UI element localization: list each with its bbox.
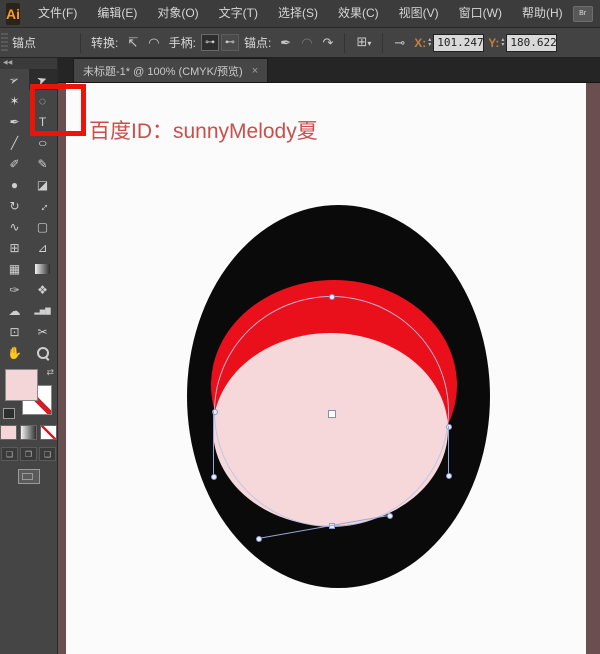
document-tab[interactable]: 未标题-1* @ 100% (CMYK/预览) ×	[73, 58, 268, 82]
bezier-handle-left	[213, 411, 214, 476]
document-area: 未标题-1* @ 100% (CMYK/预览) × 百度ID：sunnyMelo…	[58, 58, 600, 654]
transform-grid-icon[interactable]: ⊞▾	[351, 32, 376, 54]
draw-behind-button[interactable]: ❐	[20, 447, 37, 461]
bezier-handle-right	[448, 426, 449, 475]
x-coordinate-input[interactable]: 101.247	[433, 34, 484, 52]
none-fill-button[interactable]	[40, 425, 57, 440]
x-stepper[interactable]: ▴▾	[428, 38, 431, 48]
eraser-tool[interactable]: ◪	[29, 174, 57, 195]
blob-brush-tool[interactable]: ●	[1, 174, 29, 195]
anchor-point-right[interactable]	[446, 424, 452, 430]
menu-select[interactable]: 选择(S)	[268, 0, 328, 27]
anchor-node-icon: ⊸	[389, 33, 410, 53]
gradient-tool[interactable]	[29, 258, 57, 279]
convert-smooth-icon[interactable]: ◠	[143, 33, 164, 53]
drawing-mode-buttons: ❏ ❐ ❑	[0, 447, 57, 461]
cut-path-icon[interactable]: ↷	[318, 33, 339, 53]
selection-center-point[interactable]	[328, 410, 336, 418]
gradient-tool-icon	[35, 264, 50, 274]
panel-grip[interactable]	[1, 33, 8, 53]
illustrator-logo: Ai	[6, 3, 20, 25]
swap-fill-stroke-icon[interactable]: ⇄	[46, 367, 54, 378]
remove-anchor-pen-icon[interactable]: ✒	[275, 33, 296, 53]
menu-object[interactable]: 对象(O)	[147, 0, 208, 27]
zoom-tool[interactable]	[29, 342, 57, 363]
zoom-tool-icon	[37, 347, 49, 359]
screen-mode-button[interactable]	[18, 469, 40, 484]
bridge-icon[interactable]: Br	[573, 6, 593, 22]
color-fill-button[interactable]	[0, 425, 17, 440]
menu-window[interactable]: 窗口(W)	[449, 0, 512, 27]
anchor-label: 锚点:	[244, 34, 271, 51]
fill-swatch[interactable]	[5, 369, 38, 401]
y-coordinate-label: Y:	[488, 36, 499, 50]
width-tool[interactable]: ∿	[1, 216, 29, 237]
artboard-tool[interactable]: ⊡	[1, 321, 29, 342]
shape-builder-tool[interactable]: ⊞	[1, 237, 29, 258]
panel-collapse-button[interactable]: ◀◀	[0, 58, 57, 69]
menu-view[interactable]: 视图(V)	[389, 0, 449, 27]
y-stepper[interactable]: ▴▾	[501, 38, 504, 48]
separator	[344, 33, 345, 53]
handle-end-bottom-left[interactable]	[256, 536, 262, 542]
menu-file[interactable]: 文件(F)	[28, 0, 87, 27]
menu-type[interactable]: 文字(T)	[209, 0, 268, 27]
anchor-panel-label: 锚点	[12, 34, 36, 51]
scale-tool[interactable]: ↔	[29, 195, 57, 216]
line-tool[interactable]: ╱	[1, 132, 29, 153]
pencil-tool[interactable]: ✎	[29, 153, 57, 174]
y-coordinate-input[interactable]: 180.622	[506, 34, 557, 52]
document-tab-title: 未标题-1* @ 100% (CMYK/预览)	[83, 63, 243, 79]
default-fill-stroke-icon[interactable]	[3, 408, 15, 419]
menu-bar: Ai 文件(F) 编辑(E) 对象(O) 文字(T) 选择(S) 效果(C) 视…	[0, 0, 600, 28]
document-tab-bar: 未标题-1* @ 100% (CMYK/预览) ×	[58, 58, 600, 83]
close-icon[interactable]: ×	[252, 65, 258, 77]
handle-end-bottom-right[interactable]	[387, 513, 393, 519]
mesh-tool[interactable]: ▦	[1, 258, 29, 279]
handle-end-right[interactable]	[446, 473, 452, 479]
control-options-bar: 锚点 转换: ↸ ◠ 手柄: ⊶ ⊷ 锚点: ✒ ◠ ↷ ⊞▾ ⊸ X: ▴▾ …	[0, 28, 600, 58]
connect-path-icon[interactable]: ◠	[296, 33, 317, 53]
magic-wand-tool[interactable]: ✶	[1, 90, 29, 111]
show-handles-toggle[interactable]: ⊶	[201, 34, 219, 51]
tools-panel: ◀◀ ➢ ➤ ✶ ◌ ✒ T ╱ ○ ✐ ✎ ● ◪ ↻ ↔ ∿ ▢ ⊞ ⊿ ▦…	[0, 58, 58, 654]
free-transform-tool[interactable]: ▢	[29, 216, 57, 237]
paintbrush-tool[interactable]: ✐	[1, 153, 29, 174]
fill-stroke-swatches: ⇄	[0, 367, 57, 419]
menu-help[interactable]: 帮助(H)	[512, 0, 573, 27]
handles-label: 手柄:	[169, 34, 196, 51]
tutorial-highlight-box	[30, 84, 86, 136]
column-graph-tool[interactable]: ▂▅▇	[29, 300, 57, 321]
hand-tool[interactable]: ✋	[1, 342, 29, 363]
draw-inside-button[interactable]: ❑	[39, 447, 56, 461]
watermark-text: 百度ID：sunnyMelody夏	[89, 115, 318, 145]
pen-tool[interactable]: ✒	[1, 111, 29, 132]
draw-normal-button[interactable]: ❏	[1, 447, 18, 461]
hide-handles-toggle[interactable]: ⊷	[221, 34, 239, 51]
artboard[interactable]: 百度ID：sunnyMelody夏	[66, 83, 586, 654]
eyedropper-tool[interactable]: ✑	[1, 279, 29, 300]
x-coordinate-label: X:	[414, 36, 426, 50]
rotate-tool[interactable]: ↻	[1, 195, 29, 216]
symbol-sprayer-tool[interactable]: ☁	[1, 300, 29, 321]
separator	[80, 33, 81, 53]
separator	[382, 33, 383, 53]
blend-tool[interactable]: ❖	[29, 279, 57, 300]
convert-label: 转换:	[91, 34, 118, 51]
anchor-point-top[interactable]	[329, 294, 335, 300]
convert-corner-icon[interactable]: ↸	[122, 33, 143, 53]
paint-style-buttons	[0, 425, 57, 440]
perspective-grid-tool[interactable]: ⊿	[29, 237, 57, 258]
slice-tool[interactable]: ✂	[29, 321, 57, 342]
selection-tool[interactable]: ➢	[1, 69, 29, 90]
menu-edit[interactable]: 编辑(E)	[87, 0, 147, 27]
canvas-scroll-area[interactable]: 百度ID：sunnyMelody夏	[58, 83, 600, 654]
gradient-fill-button[interactable]	[20, 425, 37, 440]
handle-end-left[interactable]	[211, 474, 217, 480]
menu-effect[interactable]: 效果(C)	[328, 0, 389, 27]
